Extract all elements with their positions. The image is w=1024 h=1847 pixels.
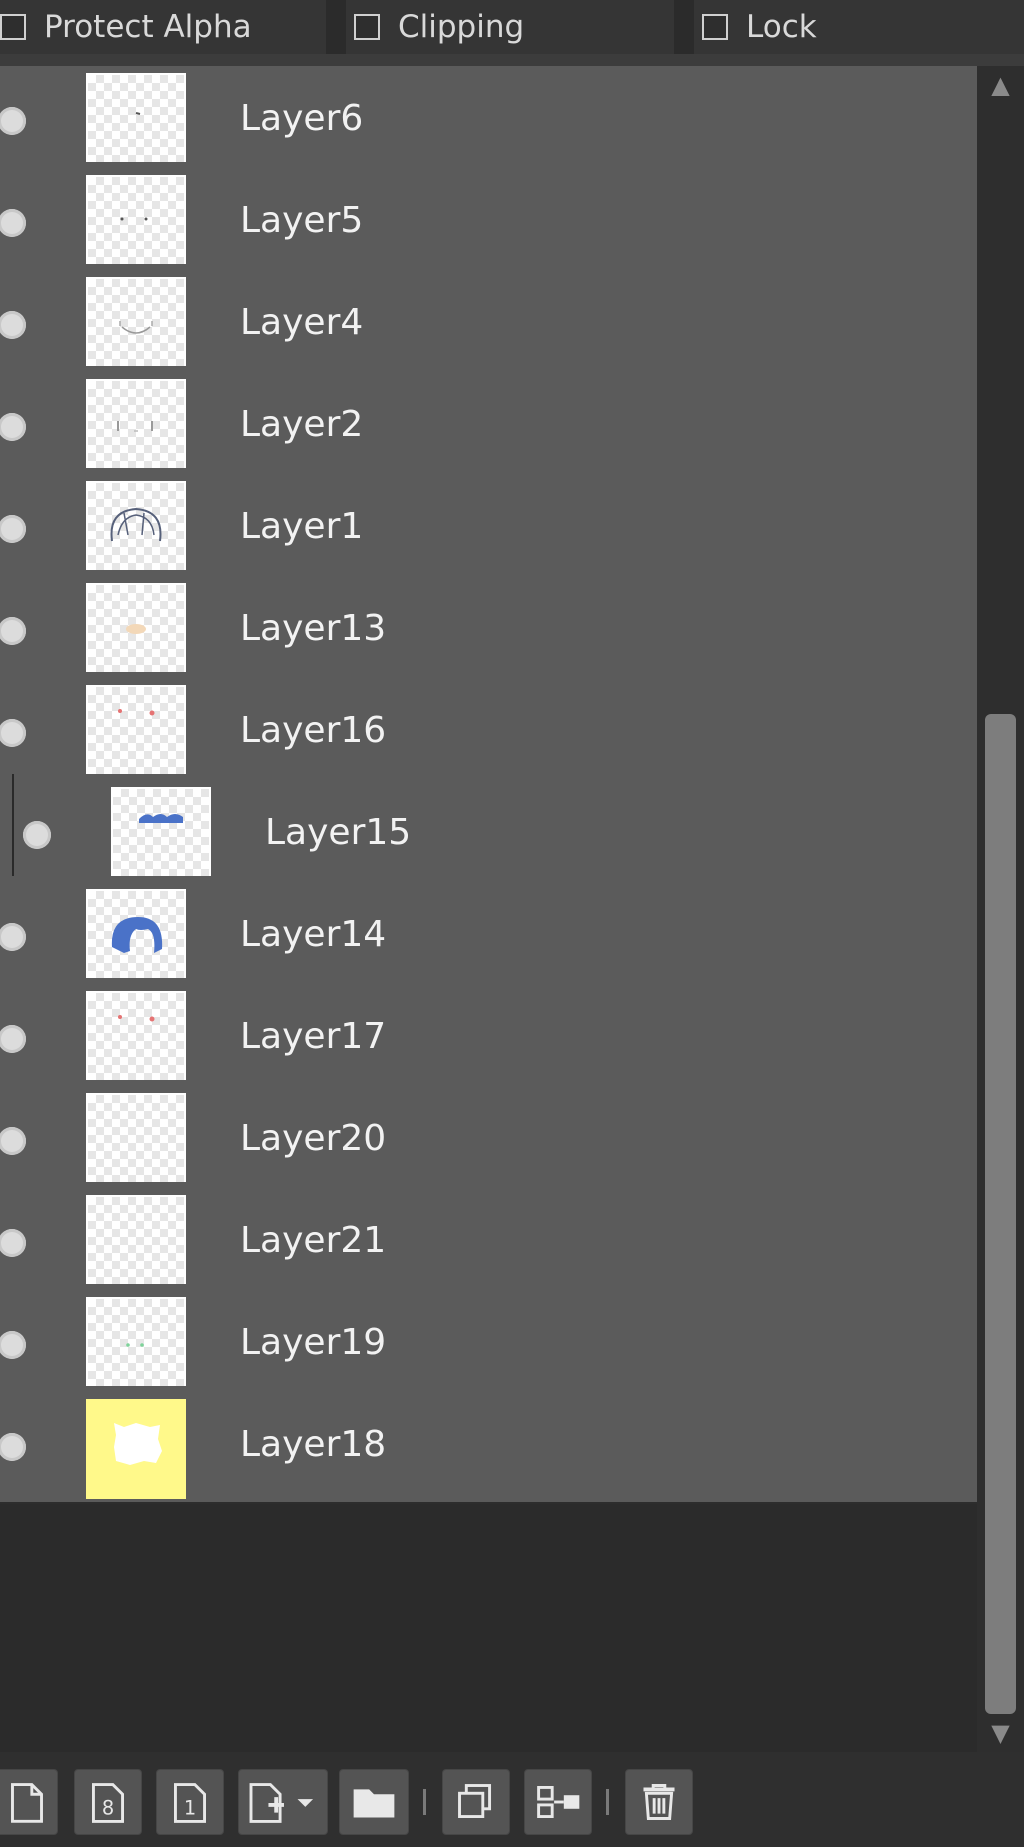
layer-thumbnail: [86, 1297, 186, 1397]
layer-row[interactable]: Layer15: [0, 774, 977, 892]
layer-row[interactable]: Layer16: [0, 672, 977, 790]
visibility-toggle-icon[interactable]: [0, 923, 26, 951]
protect-alpha-box[interactable]: [0, 14, 26, 40]
clipping-label: Clipping: [398, 9, 525, 45]
layer-row[interactable]: Layer14: [0, 876, 977, 994]
new-8bit-layer-icon: 8: [92, 1783, 124, 1823]
visibility-toggle-icon[interactable]: [0, 107, 26, 135]
visibility-toggle-icon[interactable]: [0, 1229, 26, 1257]
layer-thumbnail: [86, 277, 186, 377]
layer-name: Layer16: [240, 710, 387, 751]
visibility-toggle-icon[interactable]: [0, 515, 26, 543]
add-special-layer-button[interactable]: [238, 1769, 328, 1835]
delete-layer-button[interactable]: [625, 1769, 693, 1835]
layer-name: Layer21: [240, 1220, 387, 1261]
layer-row[interactable]: Layer19: [0, 1284, 977, 1402]
new-layer-button[interactable]: [0, 1769, 58, 1835]
visibility-toggle-icon[interactable]: [23, 821, 51, 849]
layer-row[interactable]: Layer20: [0, 1080, 977, 1198]
scroll-thumb[interactable]: [985, 714, 1016, 1714]
visibility-toggle-icon[interactable]: [0, 1127, 26, 1155]
layer-thumbnail: [86, 889, 186, 989]
layer-thumbnail: [86, 583, 186, 683]
layer-row[interactable]: Layer18: [0, 1386, 977, 1504]
visibility-toggle-icon[interactable]: [0, 719, 26, 747]
layer-name: Layer1: [240, 506, 364, 547]
layer-row[interactable]: Layer4: [0, 264, 977, 382]
layer-name: Layer4: [240, 302, 364, 343]
layer-thumbnail: [86, 1399, 186, 1499]
layer-list-scrollbar[interactable]: ▲ ▼: [977, 66, 1024, 1752]
visibility-toggle-icon[interactable]: [0, 1025, 26, 1053]
layer-thumbnail: [86, 481, 186, 581]
new-folder-button[interactable]: [339, 1769, 409, 1835]
new-layer-icon: [11, 1783, 43, 1823]
layer-row[interactable]: Layer2: [0, 366, 977, 484]
clipping-checkbox[interactable]: Clipping: [346, 0, 674, 54]
merge-down-icon: [537, 1786, 580, 1818]
visibility-toggle-icon[interactable]: [0, 617, 26, 645]
delete-layer-icon: [643, 1784, 675, 1820]
layer-row[interactable]: Layer17: [0, 978, 977, 1096]
scroll-track[interactable]: [985, 104, 1016, 1714]
layer-row[interactable]: Layer5: [0, 162, 977, 280]
svg-text:1: 1: [184, 1797, 196, 1820]
scroll-up-arrow-icon[interactable]: ▲: [977, 66, 1024, 104]
protect-alpha-checkbox[interactable]: Protect Alpha: [0, 0, 326, 54]
layer-row[interactable]: Layer21: [0, 1182, 977, 1300]
layer-name: Layer17: [240, 1016, 387, 1057]
toolbar-separator: [606, 1789, 609, 1815]
new-1bit-layer-icon: 1: [174, 1783, 206, 1823]
lock-checkbox[interactable]: Lock: [694, 0, 1024, 54]
layer-thumbnail: [86, 1195, 186, 1295]
layer-name: Layer18: [240, 1424, 387, 1465]
toolbar-separator: [423, 1789, 426, 1815]
layer-name: Layer13: [240, 608, 387, 649]
layer-name: Layer19: [240, 1322, 387, 1363]
merge-down-button[interactable]: [524, 1769, 592, 1835]
visibility-toggle-icon[interactable]: [0, 413, 26, 441]
new-8bit-layer-button[interactable]: 8: [74, 1769, 142, 1835]
layer-thumbnail: [86, 685, 186, 785]
new-1bit-layer-button[interactable]: 1: [156, 1769, 224, 1835]
layer-options-bar: Protect Alpha Clipping Lock: [0, 0, 1024, 54]
lock-box[interactable]: [702, 14, 728, 40]
layer-thumbnail: [86, 379, 186, 479]
layer-thumbnail: [111, 787, 211, 887]
visibility-toggle-icon[interactable]: [0, 1331, 26, 1359]
layer-name: Layer14: [240, 914, 387, 955]
scroll-down-arrow-icon[interactable]: ▼: [977, 1714, 1024, 1752]
duplicate-layer-button[interactable]: [442, 1769, 510, 1835]
layer-row[interactable]: Layer1: [0, 468, 977, 586]
protect-alpha-label: Protect Alpha: [44, 9, 252, 45]
layer-name: Layer15: [265, 812, 412, 853]
layer-row[interactable]: Layer13: [0, 570, 977, 688]
lock-label: Lock: [746, 9, 817, 45]
layer-name: Layer5: [240, 200, 364, 241]
layer-list: Layer6 Layer5 Layer4 Layer2 Layer1 Layer13 Lay…: [0, 66, 977, 1752]
layer-toolbar: 8 1: [0, 1752, 1024, 1847]
duplicate-layer-icon: [458, 1784, 492, 1818]
layer-thumbnail: [86, 175, 186, 275]
new-folder-icon: [353, 1789, 395, 1818]
layer-name: Layer2: [240, 404, 364, 445]
layer-thumbnail: [86, 991, 186, 1091]
visibility-toggle-icon[interactable]: [0, 209, 26, 237]
visibility-toggle-icon[interactable]: [0, 1433, 26, 1461]
layer-thumbnail: [86, 73, 186, 173]
layer-panel: Protect Alpha Clipping Lock Layer6 Layer5…: [0, 0, 1024, 1847]
layer-thumbnail: [86, 1093, 186, 1193]
add-special-layer-icon: [249, 1783, 314, 1823]
clipping-indicator: [12, 774, 14, 892]
visibility-toggle-icon[interactable]: [0, 311, 26, 339]
clipping-box[interactable]: [354, 14, 380, 40]
svg-text:8: 8: [102, 1797, 114, 1820]
layer-name: Layer20: [240, 1118, 387, 1159]
